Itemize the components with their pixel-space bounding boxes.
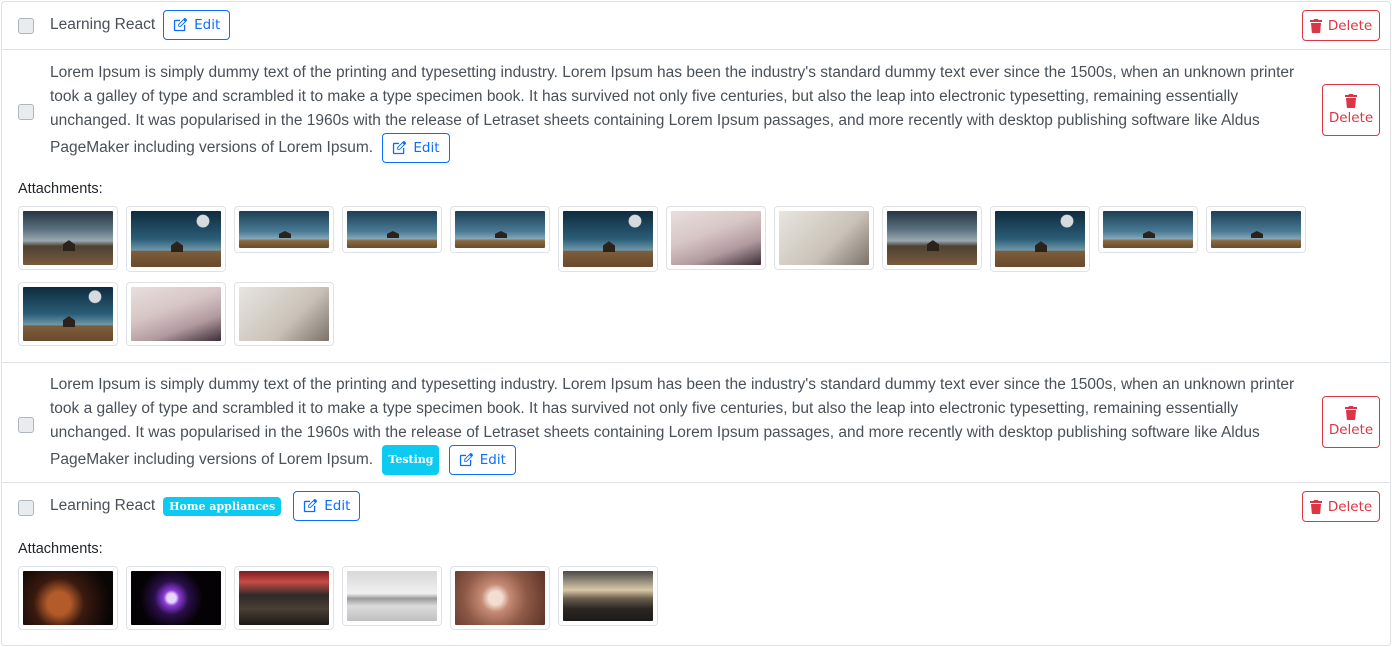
attachments-gallery xyxy=(18,566,1318,630)
attachment-image xyxy=(347,571,437,621)
list-item: Learning React Edit Delete xyxy=(2,2,1390,49)
attachment-thumbnail[interactable] xyxy=(450,566,550,630)
attachment-thumbnail[interactable] xyxy=(342,566,442,626)
attachment-thumbnail[interactable] xyxy=(558,206,658,272)
attachment-image xyxy=(131,287,221,341)
list-item: Learning React Home appliances Edit Dele… xyxy=(2,482,1390,645)
attachment-thumbnail[interactable] xyxy=(126,566,226,630)
attachment-image xyxy=(887,211,977,265)
item-checkbox[interactable] xyxy=(18,104,34,120)
pencil-square-icon xyxy=(393,141,407,155)
trash-icon xyxy=(1309,499,1322,514)
attachment-thumbnail[interactable] xyxy=(126,282,226,346)
delete-button[interactable]: Delete xyxy=(1322,396,1380,448)
delete-label: Delete xyxy=(1328,110,1374,126)
attachment-image xyxy=(239,211,329,248)
edit-label: Edit xyxy=(194,17,221,33)
edit-label: Edit xyxy=(479,452,506,468)
attachment-image xyxy=(995,211,1085,267)
attachment-thumbnail[interactable] xyxy=(1098,206,1198,253)
item-description: Lorem Ipsum is simply dummy text of the … xyxy=(50,376,1295,469)
delete-label: Delete xyxy=(1327,17,1373,34)
attachment-image xyxy=(779,211,869,265)
delete-label: Delete xyxy=(1327,498,1373,515)
attachments-label: Attachments: xyxy=(18,181,103,197)
list-item: Lorem Ipsum is simply dummy text of the … xyxy=(2,49,1390,362)
attachment-image xyxy=(1103,211,1193,248)
attachment-image xyxy=(23,211,113,265)
pencil-square-icon xyxy=(174,18,188,32)
attachment-image xyxy=(455,571,545,625)
attachment-image xyxy=(671,211,761,265)
trash-icon xyxy=(1345,406,1357,420)
attachment-image xyxy=(239,287,329,341)
delete-button[interactable]: Delete xyxy=(1302,10,1380,41)
attachment-thumbnail[interactable] xyxy=(126,206,226,272)
item-checkbox[interactable] xyxy=(18,500,34,516)
edit-button[interactable]: Edit xyxy=(382,133,450,163)
attachment-thumbnail[interactable] xyxy=(558,566,658,626)
todo-list: Learning React Edit Delete Lorem Ipsum i… xyxy=(1,1,1391,646)
attachment-thumbnail[interactable] xyxy=(1206,206,1306,253)
edit-button[interactable]: Edit xyxy=(163,10,231,40)
item-title: Learning React xyxy=(50,497,156,514)
attachment-image xyxy=(455,211,545,248)
edit-label: Edit xyxy=(413,140,440,156)
delete-button[interactable]: Delete xyxy=(1322,84,1380,136)
attachment-image xyxy=(239,571,329,625)
edit-button[interactable]: Edit xyxy=(293,491,361,521)
item-description: Lorem Ipsum is simply dummy text of the … xyxy=(50,64,1295,157)
attachment-image xyxy=(563,211,653,267)
attachment-image xyxy=(131,211,221,267)
list-item: Lorem Ipsum is simply dummy text of the … xyxy=(2,362,1390,482)
item-checkbox[interactable] xyxy=(18,417,34,433)
pencil-square-icon xyxy=(459,453,473,467)
item-title: Learning React xyxy=(50,16,156,33)
attachment-thumbnail[interactable] xyxy=(342,206,442,253)
attachment-image xyxy=(563,571,653,621)
attachments-label: Attachments: xyxy=(18,541,103,557)
attachment-image xyxy=(23,571,113,625)
attachment-image xyxy=(23,287,113,341)
edit-label: Edit xyxy=(324,498,351,514)
attachment-thumbnail[interactable] xyxy=(18,206,118,270)
delete-button[interactable]: Delete xyxy=(1302,491,1380,522)
attachment-thumbnail[interactable] xyxy=(234,282,334,346)
attachment-thumbnail[interactable] xyxy=(990,206,1090,272)
delete-label: Delete xyxy=(1328,422,1374,438)
attachment-image xyxy=(347,211,437,248)
attachment-thumbnail[interactable] xyxy=(450,206,550,253)
attachment-thumbnail[interactable] xyxy=(774,206,874,270)
attachment-image xyxy=(1211,211,1301,248)
attachment-thumbnail[interactable] xyxy=(234,566,334,630)
edit-button[interactable]: Edit xyxy=(448,445,516,475)
attachment-thumbnail[interactable] xyxy=(666,206,766,270)
attachment-thumbnail[interactable] xyxy=(882,206,982,270)
attachment-image xyxy=(131,571,221,625)
attachment-thumbnail[interactable] xyxy=(234,206,334,253)
attachments-gallery xyxy=(18,206,1318,346)
tag-badge: Testing xyxy=(382,445,440,475)
tag-badge: Home appliances xyxy=(163,496,282,516)
attachment-thumbnail[interactable] xyxy=(18,566,118,630)
trash-icon xyxy=(1309,18,1322,33)
item-checkbox[interactable] xyxy=(18,18,34,34)
trash-icon xyxy=(1345,94,1357,108)
pencil-square-icon xyxy=(304,499,318,513)
attachment-thumbnail[interactable] xyxy=(18,282,118,346)
